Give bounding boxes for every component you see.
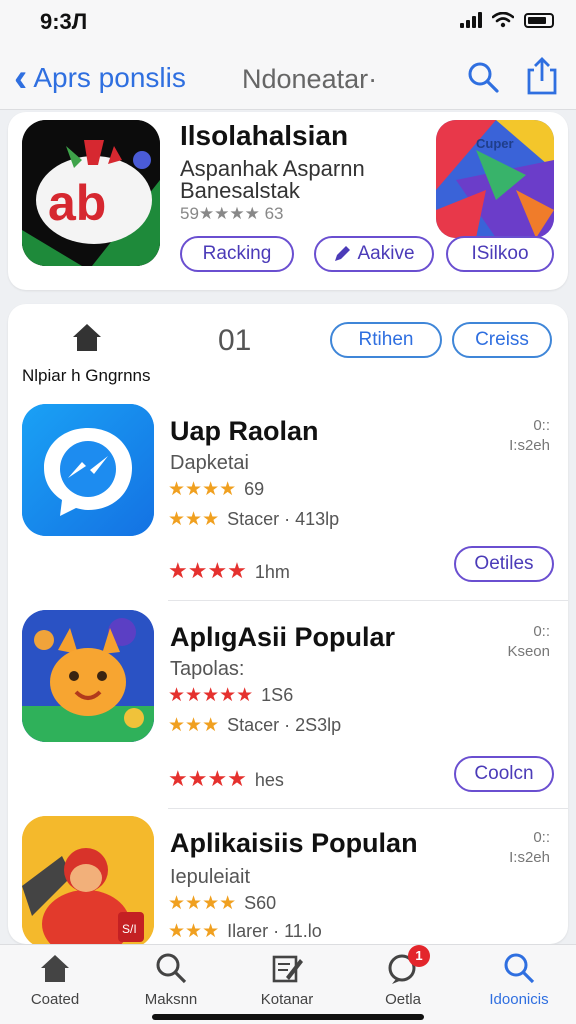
tab-label: Coated: [30, 991, 80, 1008]
app-meta-size: I:s2eh: [509, 849, 550, 866]
app-title: AplıgAsii Popular: [170, 622, 396, 652]
rating-stars: ★★★★: [168, 893, 237, 914]
app-rating: ★★★★ 69: [168, 478, 264, 501]
review-stars: ★★★★: [168, 558, 247, 583]
app-subtitle: Dapketai: [170, 452, 249, 474]
notification-badge: 1: [408, 945, 430, 967]
app-meta: 0:: I:s2eh: [509, 416, 550, 456]
stats-text: Stacer · 413lp: [227, 509, 340, 529]
app-meta-size: I:s2eh: [509, 437, 550, 454]
wifi-icon: [492, 12, 514, 28]
tab-label: Kotanar: [260, 991, 314, 1008]
app-meta-dots: 0::: [533, 623, 550, 640]
archive-button[interactable]: Aakive: [314, 236, 434, 272]
app-list-card: Nlpiar h Gngrnns 01 Rtihen Creiss Uap Ra…: [8, 304, 568, 944]
row-divider: [168, 600, 568, 601]
tab-maksnn[interactable]: Maksnn: [116, 951, 226, 1008]
back-button[interactable]: ‹ Aprs ponslis: [14, 58, 186, 98]
rating-stars: ★★★★★: [168, 685, 254, 706]
rating-stars: ★★★★: [168, 479, 237, 500]
app-subtitle: Tapolas:: [170, 658, 245, 680]
tab-idoonicis[interactable]: Idoonicis: [464, 951, 574, 1008]
nav-title: Ndoneatar·: [242, 64, 378, 94]
app-meta-size: Kseon: [507, 643, 550, 660]
app-title: Uap Raolan: [170, 416, 319, 446]
chevron-left-icon: ‹: [14, 56, 28, 100]
silkoo-button[interactable]: ISilkoo: [446, 236, 554, 272]
app-title: Aplikaisiis Populan: [170, 828, 418, 858]
app-stats: ★★★ Stacer · 413lp: [168, 508, 339, 531]
back-label: Aprs ponslis: [33, 62, 186, 93]
home-icon[interactable]: [70, 320, 104, 354]
app-stats: ★★★ Ilarer · 11.lo: [168, 920, 322, 943]
stats-text: Stacer · 2S3lp: [227, 715, 342, 735]
app-row[interactable]: AplıgAsii Popular Tapolas: ★★★★★ 1S6 ★★★ S…: [8, 608, 568, 809]
archive-button-label: Aakive: [357, 243, 415, 264]
review-stars: ★★★★: [168, 766, 247, 791]
side-icon-text: Cuper: [476, 136, 514, 151]
cat-game-app-icon: [22, 610, 154, 742]
featured-title: Ilsolahalsian: [180, 120, 349, 151]
tab-coated[interactable]: Coated: [0, 951, 110, 1008]
side-app-icon[interactable]: Cuper: [436, 120, 554, 238]
signal-icon: [460, 12, 482, 28]
app-row[interactable]: Uap Raolan Dapketai ★★★★ 69 ★★★ Stacer · 4…: [8, 402, 568, 602]
app-rating: ★★★★ S60: [168, 892, 276, 915]
svg-text:S/I: S/I: [122, 922, 137, 936]
review-text: hes: [254, 770, 284, 790]
app-review: ★★★★ 1hm: [168, 558, 290, 584]
svg-text:ab: ab: [48, 175, 106, 231]
status-icons: [460, 12, 554, 28]
search-icon: [504, 953, 535, 984]
stats-stars: ★★★: [168, 921, 220, 942]
pencil-icon: [335, 246, 351, 261]
navigation-bar: ‹ Aprs ponslis Ndoneatar·: [0, 44, 576, 110]
list-caption: Nlpiar h Gngrnns: [22, 366, 151, 385]
tab-label: Idoonicis: [489, 991, 549, 1008]
featured-app-card[interactable]: ab Ilsolahalsian Aspanhak Asparnn Banesa…: [8, 112, 568, 290]
details-button[interactable]: Oetiles: [454, 546, 554, 582]
tab-label: Oetla: [385, 991, 421, 1008]
tab-label: Maksnn: [144, 991, 198, 1008]
racking-button[interactable]: Racking: [180, 236, 294, 272]
coolcn-button[interactable]: Coolcn: [454, 756, 554, 792]
app-rating: ★★★★★ 1S6: [168, 684, 293, 707]
rating-count: 1S6: [261, 685, 294, 705]
app-meta-dots: 0::: [533, 417, 550, 434]
share-icon[interactable]: [524, 56, 560, 96]
row-divider: [168, 808, 568, 809]
tab-kotanar[interactable]: Kotanar: [232, 951, 342, 1008]
featured-developer: Banesalstak: [180, 178, 300, 203]
messenger-app-icon: [22, 404, 154, 536]
app-subtitle: Iepuleiait: [170, 866, 251, 888]
status-time: 9:3Л: [40, 9, 88, 34]
list-count: 01: [218, 324, 252, 357]
app-row[interactable]: S/I Aplikaisiis Populan Iepuleiait ★★★★ S…: [8, 814, 568, 944]
app-stats: ★★★ Stacer · 2S3lp: [168, 714, 341, 737]
character-game-app-icon: S/I: [22, 816, 154, 944]
stats-stars: ★★★: [168, 715, 220, 736]
rtihen-button[interactable]: Rtihen: [330, 322, 442, 358]
edit-icon: [272, 955, 303, 983]
stats-stars: ★★★: [168, 509, 220, 530]
search-magnifier-icon: [156, 953, 187, 984]
battery-icon: [524, 12, 554, 28]
stats-text: Ilarer · 11.lo: [227, 921, 322, 941]
featured-app-icon: ab: [22, 120, 160, 266]
featured-rating: 59★★★★ 63: [180, 204, 284, 223]
creiss-button[interactable]: Creiss: [452, 322, 552, 358]
rating-count: 69: [244, 479, 265, 499]
rating-count: S60: [244, 893, 277, 913]
tab-bar: Coated Maksnn Kotanar 1 Oetla Idoonicis: [0, 944, 576, 1024]
app-meta: 0:: Kseon: [507, 622, 550, 662]
app-review: ★★★★ hes: [168, 766, 284, 792]
home-indicator: [152, 1014, 424, 1020]
status-bar: 9:3Л: [0, 0, 576, 44]
home-icon: [41, 955, 69, 982]
search-icon[interactable]: [466, 60, 500, 94]
app-meta: 0:: I:s2eh: [509, 828, 550, 868]
app-meta-dots: 0::: [533, 829, 550, 846]
tab-oetla[interactable]: 1 Oetla: [348, 945, 458, 1008]
review-text: 1hm: [254, 562, 290, 582]
